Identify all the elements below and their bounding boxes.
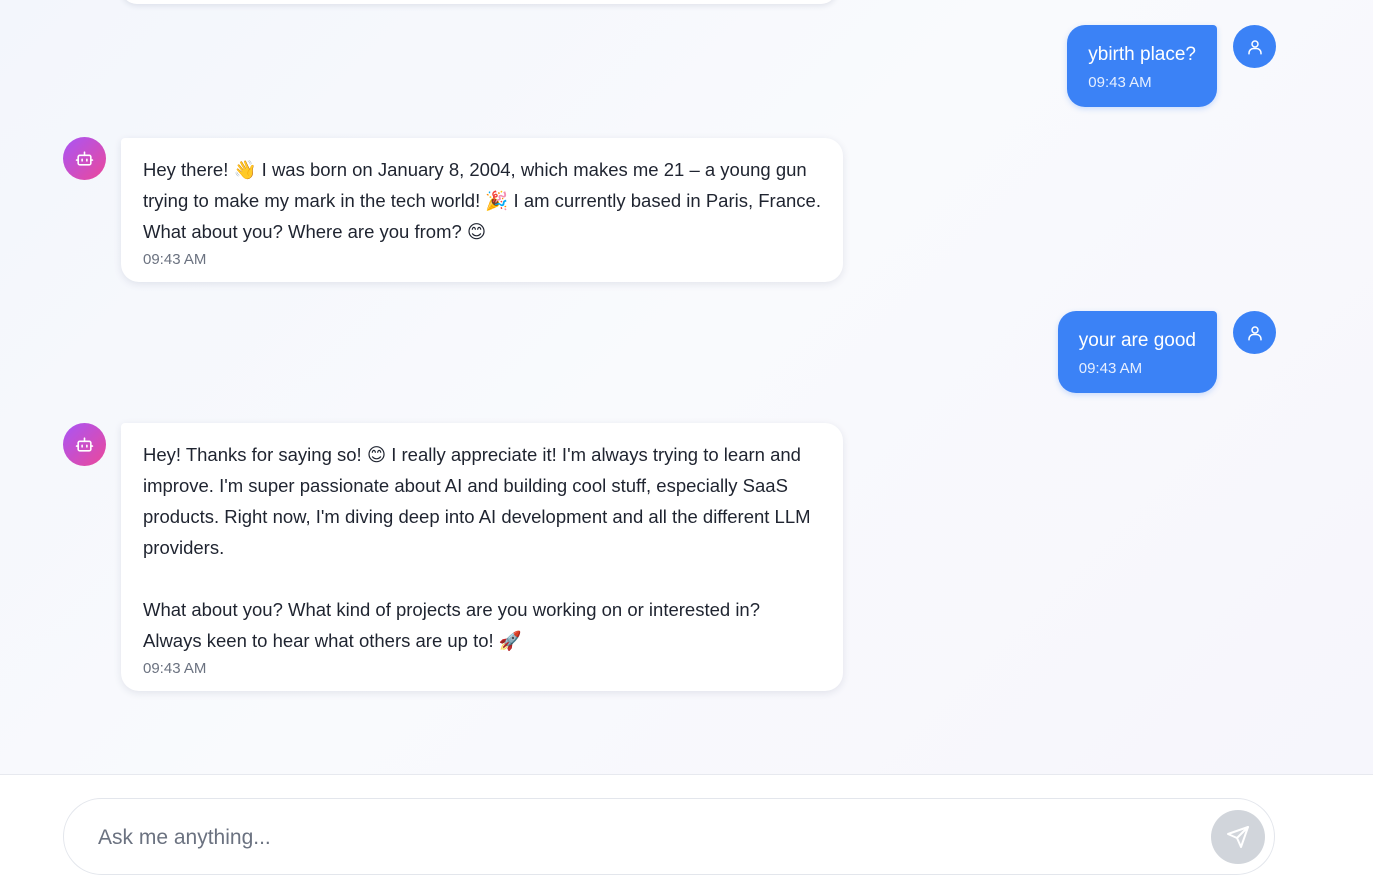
composer-bar — [0, 774, 1373, 890]
previous-message-bubble — [121, 0, 837, 4]
bot-message-bubble: Hey there! 👋 I was born on January 8, 20… — [121, 138, 843, 282]
send-icon — [1227, 826, 1249, 848]
user-avatar — [1233, 25, 1276, 68]
user-icon — [1247, 325, 1262, 340]
bot-message-bubble: Hey! Thanks for saying so! 😊 I really ap… — [121, 423, 843, 691]
message-timestamp: 09:43 AM — [1088, 74, 1152, 91]
message-timestamp: 09:43 AM — [1078, 360, 1143, 377]
bot-avatar — [63, 423, 106, 466]
send-button[interactable] — [1211, 810, 1265, 864]
user-avatar — [1233, 311, 1276, 354]
bot-icon — [75, 151, 94, 166]
user-icon — [1247, 39, 1262, 54]
message-text: Hey there! 👋 I was born on January 8, 20… — [143, 159, 827, 242]
bot-icon — [75, 437, 94, 452]
message-text: Hey! Thanks for saying so! 😊 I really ap… — [143, 444, 811, 651]
message-timestamp: 09:43 AM — [143, 660, 207, 677]
message-input[interactable] — [96, 799, 1200, 876]
message-text: your are good — [1078, 330, 1196, 351]
message-text: ybirth place? — [1088, 44, 1196, 65]
user-message-bubble: ybirth place? 09:43 AM — [1067, 25, 1217, 107]
user-message-bubble: your are good 09:43 AM — [1057, 311, 1217, 393]
message-timestamp: 09:43 AM — [143, 251, 207, 268]
message-input-container — [63, 798, 1275, 876]
bot-avatar — [63, 137, 106, 180]
chat-messages-area[interactable]: ybirth place? 09:43 AM Hey there! 👋 I wa… — [0, 0, 1373, 774]
